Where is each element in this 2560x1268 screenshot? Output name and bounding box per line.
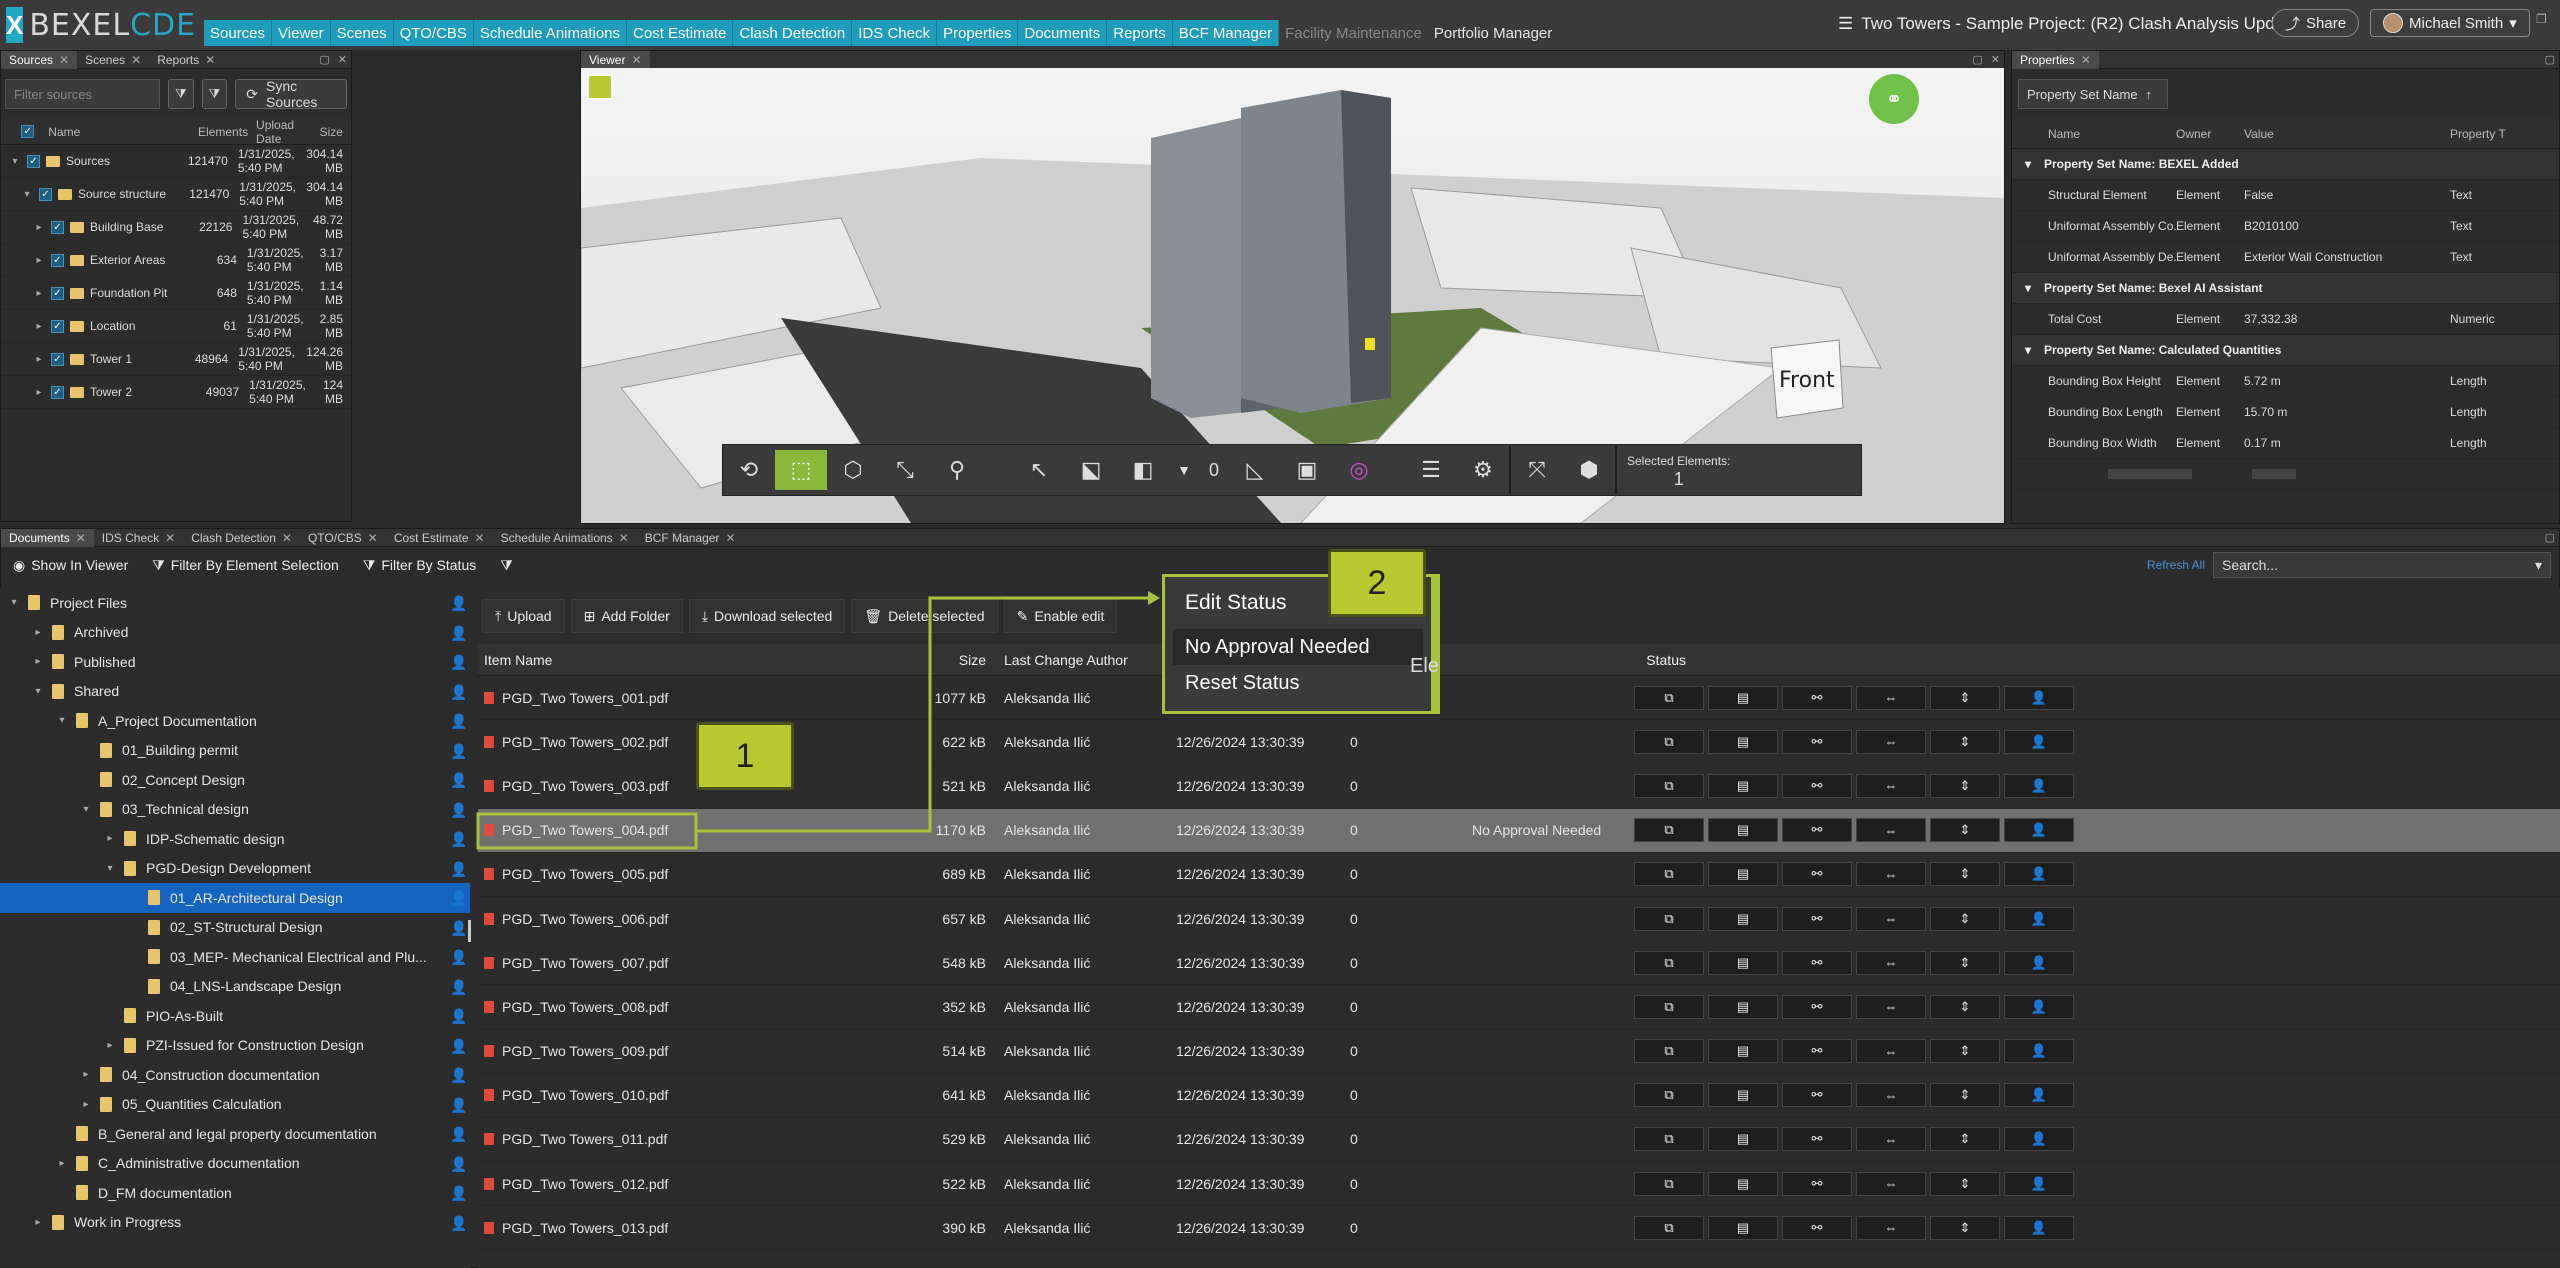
app-root: X BEXELCDE Sources Viewer Scenes QTO/CBS Sch… — [0, 0, 2560, 1268]
annotation-badge-1: 1 — [696, 722, 794, 790]
menu-item-label: Reset Status — [1185, 671, 1300, 694]
annotation-badge-2: 2 — [1328, 549, 1426, 617]
menu-item-no-approval-needed[interactable]: No Approval Needed — [1173, 629, 1423, 665]
annotation-bracket — [1434, 574, 1440, 714]
menu-item-label: No Approval Needed — [1185, 635, 1370, 658]
menu-item-reset-status[interactable]: Reset Status — [1173, 665, 1423, 701]
hidden-column-fragment: Ele — [1410, 655, 1439, 677]
